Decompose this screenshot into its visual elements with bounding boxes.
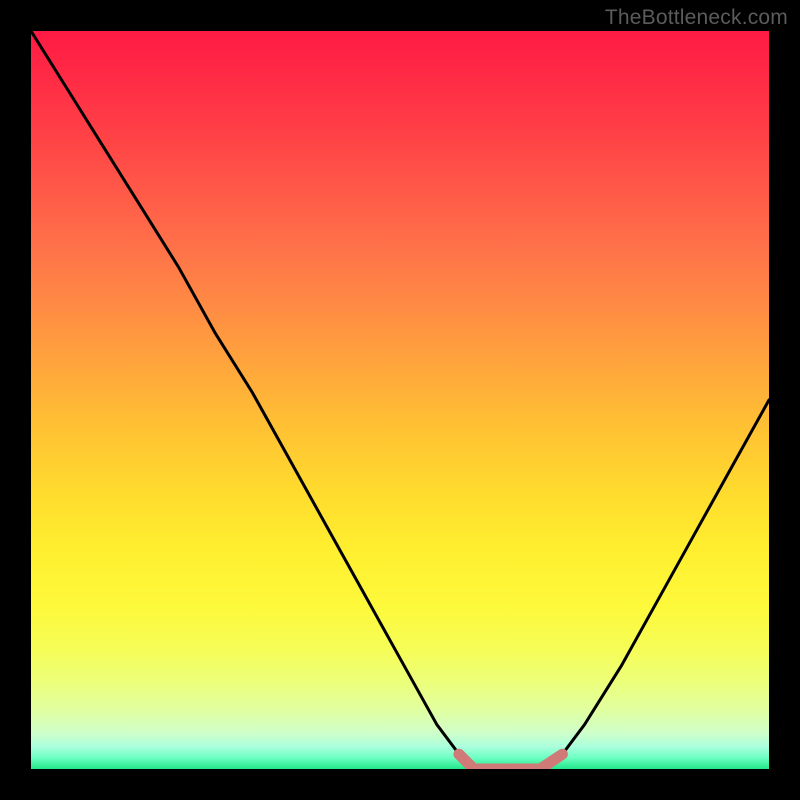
bottom-highlight-path bbox=[459, 754, 562, 769]
chart-frame: TheBottleneck.com bbox=[0, 0, 800, 800]
watermark-text: TheBottleneck.com bbox=[605, 6, 788, 30]
bottleneck-curve-path bbox=[31, 31, 769, 769]
plot-area bbox=[31, 31, 769, 769]
chart-svg bbox=[31, 31, 769, 769]
